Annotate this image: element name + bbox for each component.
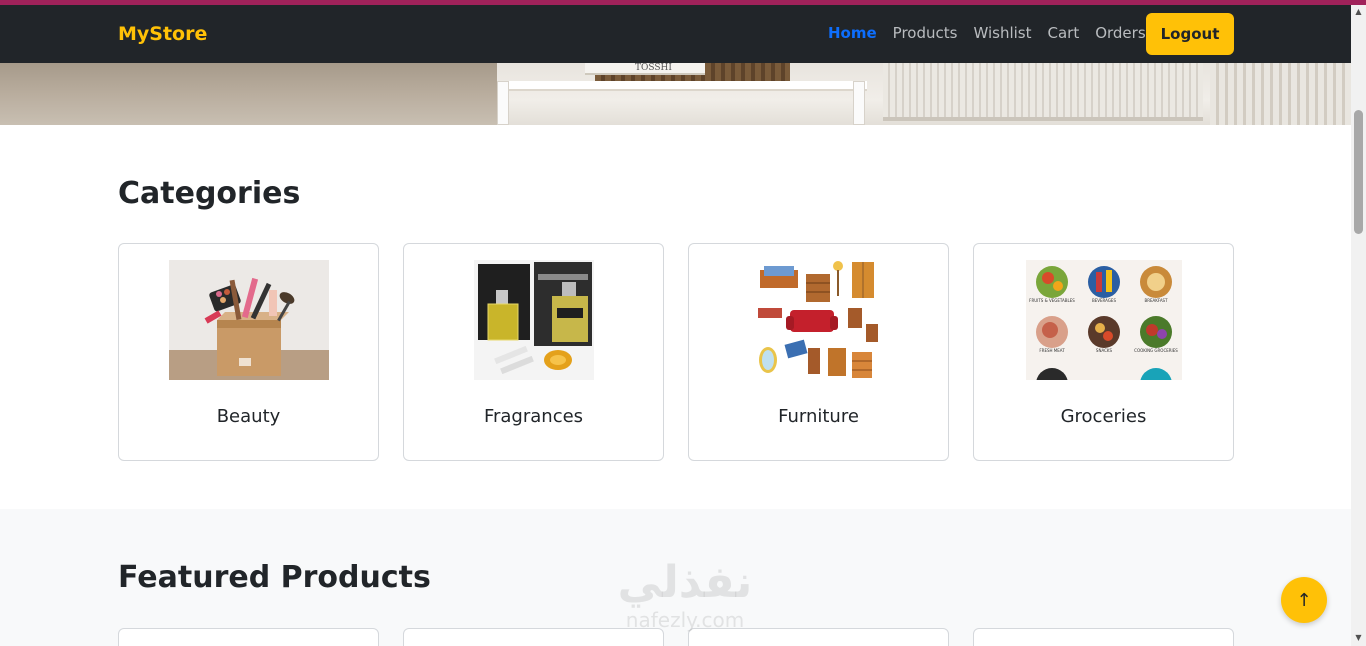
perfume-bottles-image bbox=[473, 260, 594, 380]
category-name: Beauty bbox=[216, 406, 281, 427]
wicker-chair bbox=[1210, 63, 1351, 125]
table-leg bbox=[497, 81, 509, 125]
nav-link-cart[interactable]: Cart bbox=[1047, 24, 1079, 42]
product-card[interactable] bbox=[118, 628, 379, 646]
page-scrollbar[interactable]: ▲ ▼ bbox=[1351, 5, 1366, 646]
category-card-fragrances[interactable]: Fragrances bbox=[403, 243, 664, 461]
scroll-down-arrow-icon[interactable]: ▼ bbox=[1354, 633, 1363, 642]
grocery-label: COOKING GROCERIES bbox=[1134, 348, 1178, 353]
categories-heading: Categories bbox=[118, 176, 301, 211]
brand-logo[interactable]: MyStore bbox=[118, 23, 207, 45]
nav-link-home[interactable]: Home bbox=[828, 24, 877, 42]
grocery-label: SNACKS bbox=[1095, 348, 1112, 353]
beauty-products-box-image bbox=[168, 260, 329, 380]
nav-link-products[interactable]: Products bbox=[893, 24, 958, 42]
furniture-collection-image bbox=[755, 260, 882, 380]
featured-products-heading: Featured Products bbox=[118, 560, 431, 595]
hero-banner-image: TOSSHI bbox=[0, 63, 1351, 125]
hero-books: TOSSHI bbox=[585, 63, 705, 75]
arrow-up-icon: ↑ bbox=[1296, 589, 1312, 611]
scroll-to-top-button[interactable]: ↑ bbox=[1281, 577, 1327, 623]
hero-wall-texture bbox=[0, 63, 497, 125]
product-card[interactable] bbox=[973, 628, 1234, 646]
grocery-label: FRUITS & VEGETABLES bbox=[1029, 298, 1075, 303]
grocery-label: FRESH MEAT bbox=[1039, 348, 1065, 353]
watermark-arabic: نفذلي bbox=[617, 557, 753, 608]
nav-links: Home Products Wishlist Cart Orders bbox=[828, 24, 1146, 42]
ottoman bbox=[883, 63, 1203, 121]
category-card-furniture[interactable]: Furniture bbox=[688, 243, 949, 461]
category-name: Fragrances bbox=[483, 406, 584, 427]
scroll-up-arrow-icon[interactable]: ▲ bbox=[1354, 7, 1363, 16]
category-card-beauty[interactable]: Beauty bbox=[118, 243, 379, 461]
watermark-latin: nafezly.com bbox=[625, 608, 745, 632]
nafezly-watermark: نفذلي nafezly.com bbox=[600, 558, 770, 644]
logout-button[interactable]: Logout bbox=[1146, 13, 1234, 55]
category-name: Furniture bbox=[778, 406, 859, 427]
grocery-categories-image: FRUITS & VEGETABLES BEVERAGES BREAKFAST … bbox=[1025, 260, 1182, 380]
grocery-label: BREAKFAST bbox=[1144, 298, 1168, 303]
nav-link-wishlist[interactable]: Wishlist bbox=[973, 24, 1031, 42]
coffee-table bbox=[497, 81, 867, 91]
grocery-label: BEVERAGES bbox=[1092, 298, 1116, 303]
scrollbar-thumb[interactable] bbox=[1354, 110, 1363, 234]
category-card-groceries[interactable]: FRUITS & VEGETABLES BEVERAGES BREAKFAST … bbox=[973, 243, 1234, 461]
table-leg bbox=[853, 81, 865, 125]
navbar: MyStore Home Products Wishlist Cart Orde… bbox=[0, 5, 1351, 63]
nav-link-orders[interactable]: Orders bbox=[1095, 24, 1145, 42]
category-name: Groceries bbox=[1060, 406, 1147, 427]
